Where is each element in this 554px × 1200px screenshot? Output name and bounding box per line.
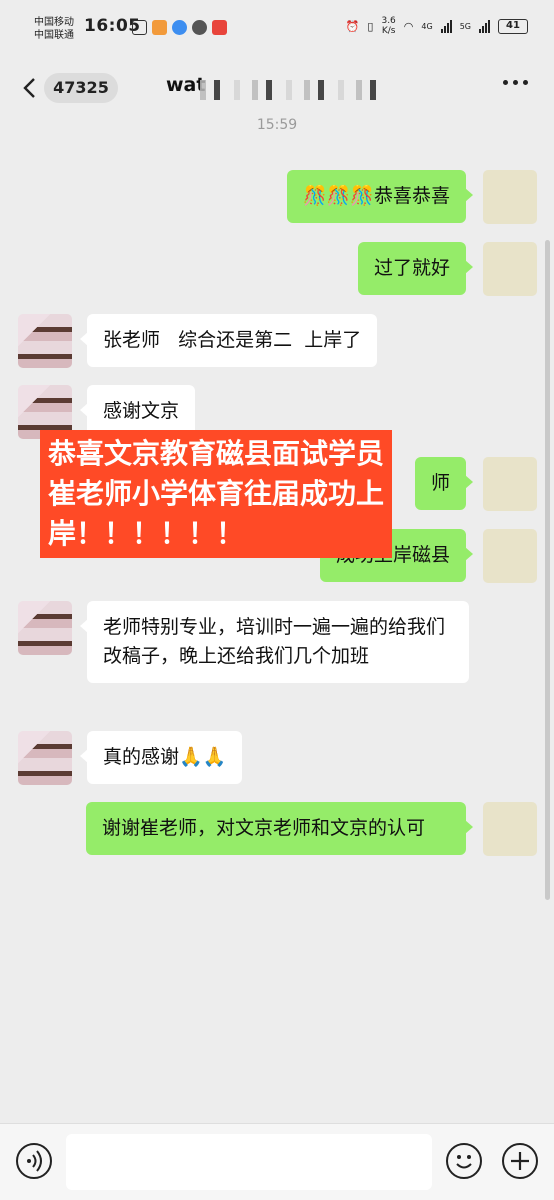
app-blue-icon xyxy=(172,20,187,35)
pray-emoji: 🙏🙏 xyxy=(179,746,227,768)
my-avatar[interactable] xyxy=(483,170,537,224)
nfc-icon xyxy=(132,20,147,35)
net-speed: 3.6 K/s xyxy=(381,16,395,36)
contact-avatar[interactable] xyxy=(18,601,72,655)
notification-icons xyxy=(132,20,227,35)
system-icons: ⏰ ▯ 3.6 K/s ◠ 4G 5G 41 xyxy=(346,16,528,36)
message-bubble[interactable]: 过了就好 xyxy=(357,242,474,295)
alarm-icon: ⏰ xyxy=(345,19,360,33)
input-bar xyxy=(0,1123,554,1200)
title-mosaic xyxy=(200,80,390,100)
signal-icon-1 xyxy=(440,19,452,33)
message-text: 感谢文京 xyxy=(103,400,180,422)
message-bubble[interactable]: 张老师 综合还是第二 上岸了 xyxy=(79,314,378,367)
my-avatar[interactable] xyxy=(483,802,537,856)
wifi-icon: ◠ xyxy=(403,19,414,33)
vibrate-icon: ▯ xyxy=(367,19,374,33)
message-bubble[interactable]: 🎊🎊🎊恭喜恭喜 xyxy=(287,170,473,223)
message-bubble[interactable]: 谢谢崔老师，对文京老师和文京的认可 xyxy=(86,802,473,855)
my-avatar[interactable] xyxy=(483,457,537,511)
app-orange-icon xyxy=(152,20,167,35)
congrats-overlay-caption: 恭喜文京教育磁县面试学员 崔老师小学体育往届成功上 岸！！！！！！ xyxy=(40,430,393,558)
contact-avatar[interactable] xyxy=(18,731,72,785)
overlay-line-2: 崔老师小学体育往届成功上 xyxy=(48,477,385,510)
message-timestamp: 15:59 xyxy=(256,117,298,133)
contact-avatar[interactable] xyxy=(18,314,72,368)
chat-header: 47325 wat xyxy=(0,56,554,120)
carrier-2: 中国联通 xyxy=(34,30,74,41)
net-type-2: 5G xyxy=(459,21,471,31)
my-avatar[interactable] xyxy=(483,529,537,583)
message-input[interactable] xyxy=(66,1134,432,1190)
message-text: 过了就好 xyxy=(373,257,450,279)
status-bar: 中国移动 中国联通 16:05 ⏰ ▯ 3.6 K/s ◠ 4G 5G 41 xyxy=(0,0,554,56)
overlay-line-1: 恭喜文京教育磁县面试学员 xyxy=(48,437,385,470)
battery-icon: 41 xyxy=(498,18,528,34)
message-text: 恭喜恭喜 xyxy=(373,185,450,207)
emoji-icon[interactable] xyxy=(446,1143,482,1179)
app-red-icon xyxy=(212,20,227,35)
message-bubble[interactable]: 真的感谢🙏🙏 xyxy=(79,731,243,784)
message-bubble[interactable]: 师 xyxy=(414,457,474,510)
message-bubble[interactable]: 老师特别专业，培训时一遍一遍的给我们改稿子，晚上还给我们几个加班 xyxy=(80,601,469,683)
message-text: 师 xyxy=(430,472,450,494)
carrier-1: 中国移动 xyxy=(34,17,74,28)
scrollbar[interactable] xyxy=(545,240,550,900)
message-text: 老师特别专业，培训时一遍一遍的给我们改稿子，晚上还给我们几个加班 xyxy=(103,616,446,667)
signal-icon-2 xyxy=(479,19,490,33)
more-options-icon[interactable] xyxy=(503,80,528,85)
net-speed-unit: K/s xyxy=(381,26,396,36)
carrier-labels: 中国移动 中国联通 xyxy=(34,16,74,42)
voice-icon[interactable] xyxy=(16,1143,52,1179)
message-text: 真的感谢 xyxy=(103,746,180,768)
message-text: 谢谢崔老师，对文京老师和文京的认可 xyxy=(102,817,426,839)
plus-icon[interactable] xyxy=(502,1143,538,1179)
message-text: 张老师 综合还是第二 上岸了 xyxy=(103,329,362,351)
unread-count-badge[interactable]: 47325 xyxy=(44,73,118,103)
net-type-1: 4G xyxy=(421,21,433,31)
back-icon[interactable] xyxy=(18,76,42,100)
app-shield-icon xyxy=(192,20,207,35)
fireworks-emoji: 🎊🎊🎊 xyxy=(303,185,374,207)
my-avatar[interactable] xyxy=(483,242,537,296)
net-speed-value: 3.6 xyxy=(381,16,396,26)
overlay-line-3: 岸！！！！！！ xyxy=(48,517,245,550)
